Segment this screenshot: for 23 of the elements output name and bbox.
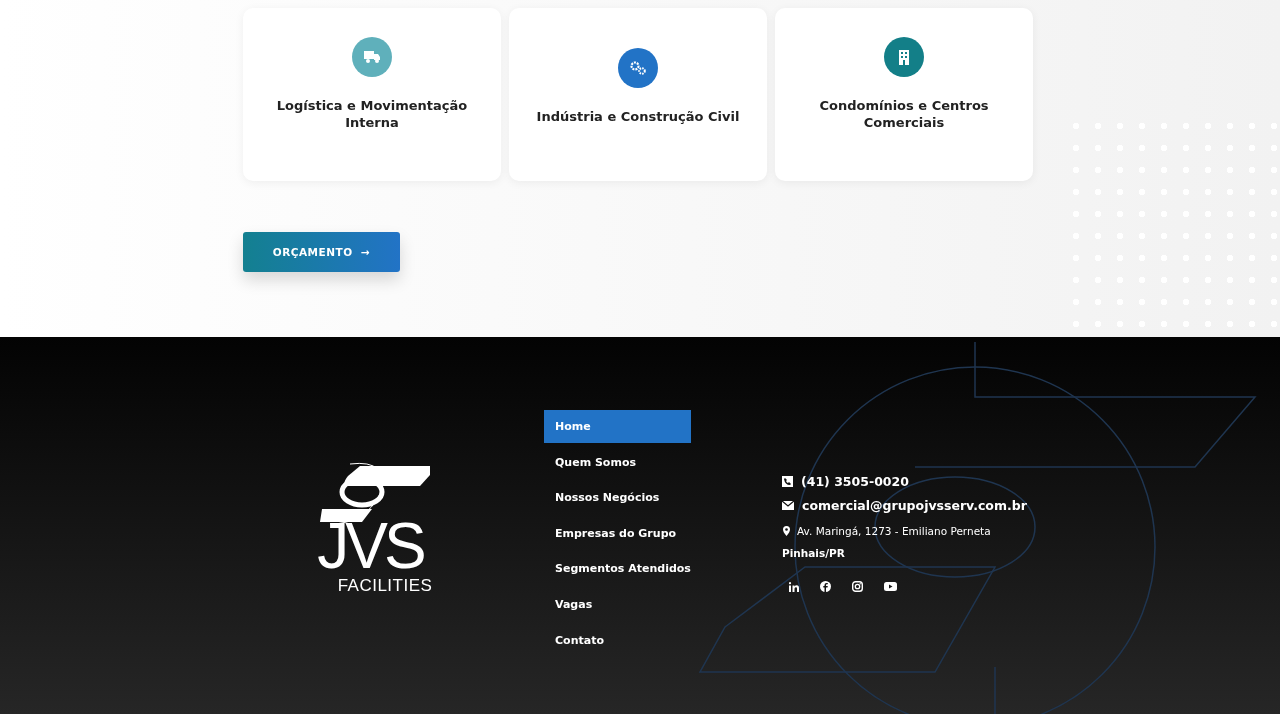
footer-nav-link[interactable]: Vagas bbox=[544, 587, 691, 621]
footer-nav-link[interactable]: Segmentos Atendidos bbox=[544, 552, 691, 586]
company-logo: JVS FACILITIES bbox=[300, 454, 440, 614]
segment-title: Logística e Movimentação Interna bbox=[275, 97, 469, 131]
email-icon bbox=[782, 500, 794, 510]
footer-nav-link[interactable]: Quem Somos bbox=[544, 445, 691, 479]
linkedin-icon[interactable] bbox=[789, 581, 799, 592]
footer-nav-link[interactable]: Nossos Negócios bbox=[544, 481, 691, 515]
footer-nav-link[interactable]: Empresas do Grupo bbox=[544, 516, 691, 550]
phone-icon bbox=[782, 475, 793, 487]
phone-number: (41) 3505-0020 bbox=[801, 473, 909, 489]
street-address: Av. Maringá, 1273 - Emiliano Perneta bbox=[797, 525, 991, 537]
segment-title: Indústria e Construção Civil bbox=[535, 108, 741, 125]
email-address: comercial@grupojvsserv.com.br bbox=[802, 497, 1027, 513]
footer-nav-link[interactable]: Home bbox=[544, 410, 691, 443]
city-text: Pinhais/PR bbox=[782, 547, 846, 559]
footer-nav-link[interactable]: Contato bbox=[544, 623, 691, 657]
quote-button[interactable]: ORÇAMENTO → bbox=[243, 232, 400, 272]
location-pin-icon bbox=[783, 526, 790, 536]
facebook-icon[interactable] bbox=[820, 581, 831, 592]
youtube-icon[interactable] bbox=[884, 582, 897, 591]
instagram-icon[interactable] bbox=[852, 581, 863, 592]
segment-title: Condomínios e Centros Comerciais bbox=[818, 97, 990, 131]
